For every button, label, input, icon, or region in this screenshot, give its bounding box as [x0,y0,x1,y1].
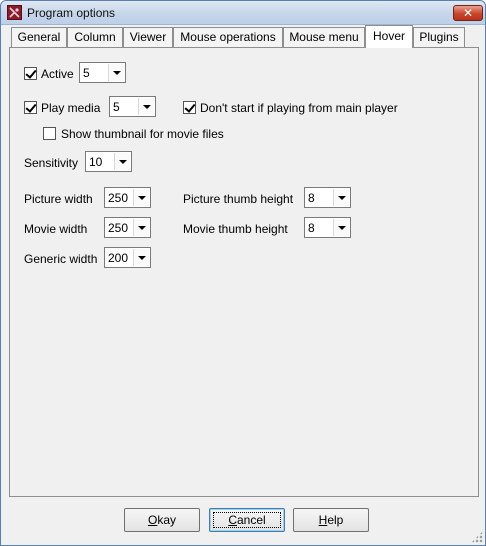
active-checkbox[interactable] [24,67,37,80]
picture-width-label: Picture width [24,192,93,206]
window-title: Program options [27,6,116,20]
title-bar[interactable]: Program options ✕ [1,1,485,25]
movie-thumb-height-label: Movie thumb height [183,222,288,236]
generic-width-label: Generic width [24,252,98,266]
tab-column[interactable]: Column [67,27,123,47]
picture-thumb-height-select[interactable]: 8 [304,187,351,208]
tab-mouse-operations[interactable]: Mouse operations [173,27,283,47]
tab-hover[interactable]: Hover [365,25,413,48]
sensitivity-select[interactable]: 10 [85,151,132,172]
chevron-down-icon[interactable] [133,219,149,236]
chevron-down-icon[interactable] [333,189,349,206]
tab-mouse-menu[interactable]: Mouse menu [283,27,365,47]
chevron-down-icon[interactable] [138,98,154,115]
program-options-window: Program options ✕ General Column Viewer … [0,0,486,546]
chevron-down-icon[interactable] [133,189,149,206]
active-label: Active [41,67,74,81]
tab-general[interactable]: General [11,27,67,47]
movie-width-select[interactable]: 250 [104,217,151,238]
chevron-down-icon[interactable] [108,64,124,81]
picture-width-select[interactable]: 250 [104,187,151,208]
help-button[interactable]: Help [293,508,369,532]
generic-width-select[interactable]: 200 [104,247,151,268]
tab-plugins[interactable]: Plugins [413,27,465,47]
app-logo-icon [7,5,22,20]
close-button[interactable]: ✕ [453,5,483,21]
show-thumbnail-label: Show thumbnail for movie files [61,127,224,141]
play-media-checkbox[interactable] [24,101,37,114]
close-icon: ✕ [462,6,474,20]
play-media-delay-select[interactable]: 5 [109,96,156,117]
hover-tab-panel: Active 5 Play media 5 Don't start if pla… [9,47,479,497]
play-media-label: Play media [41,101,101,115]
cancel-button[interactable]: Cancel [209,508,285,532]
movie-thumb-height-select[interactable]: 8 [304,217,351,238]
sensitivity-label: Sensitivity [24,156,79,170]
chevron-down-icon[interactable] [333,219,349,236]
tab-viewer[interactable]: Viewer [123,27,173,47]
active-delay-select[interactable]: 5 [79,62,126,83]
dont-start-label: Don't start if playing from main player [200,101,398,115]
show-thumbnail-checkbox[interactable] [43,127,56,140]
resize-grip[interactable] [471,531,483,543]
picture-thumb-height-label: Picture thumb height [183,192,294,206]
okay-button[interactable]: Okay [124,508,200,532]
dont-start-checkbox[interactable] [183,101,196,114]
chevron-down-icon[interactable] [114,153,130,170]
chevron-down-icon[interactable] [133,249,149,266]
movie-width-label: Movie width [24,222,88,236]
